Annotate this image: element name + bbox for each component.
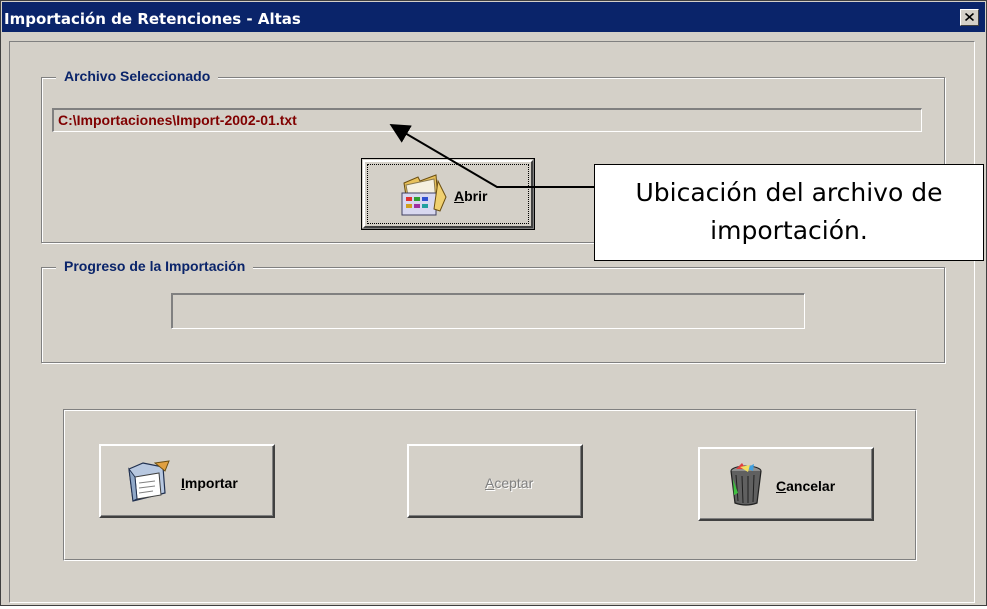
file-path-field[interactable]: C:\Importaciones\Import-2002-01.txt xyxy=(52,108,922,132)
progress-group-legend: Progreso de la Importación xyxy=(56,258,254,274)
annotation-callout: Ubicación del archivo de importación. xyxy=(594,164,984,261)
trash-bin-icon xyxy=(730,463,762,506)
dialog-window: Importación de Retenciones - Altas Archi… xyxy=(0,0,987,606)
cancel-button[interactable]: Cancelar xyxy=(698,447,874,521)
close-x-icon xyxy=(965,13,974,21)
focus-rect xyxy=(367,164,529,224)
open-button-label: Abrir xyxy=(454,188,488,204)
import-button-label: Importar xyxy=(181,475,238,491)
accept-button[interactable]: Aceptar xyxy=(407,444,583,518)
import-progress-bar xyxy=(171,293,805,329)
file-group-legend: Archivo Seleccionado xyxy=(56,68,219,84)
window-title: Importación de Retenciones - Altas xyxy=(4,10,301,28)
accept-button-label: Aceptar xyxy=(485,475,534,491)
close-button[interactable] xyxy=(960,9,979,26)
import-button[interactable]: Importar xyxy=(99,444,275,518)
title-bar[interactable]: Importación de Retenciones - Altas xyxy=(2,2,985,32)
open-button[interactable]: Abrir xyxy=(361,158,535,230)
open-folder-icon xyxy=(401,174,447,216)
cancel-button-label: Cancelar xyxy=(776,478,836,494)
import-folder-icon xyxy=(128,460,170,502)
